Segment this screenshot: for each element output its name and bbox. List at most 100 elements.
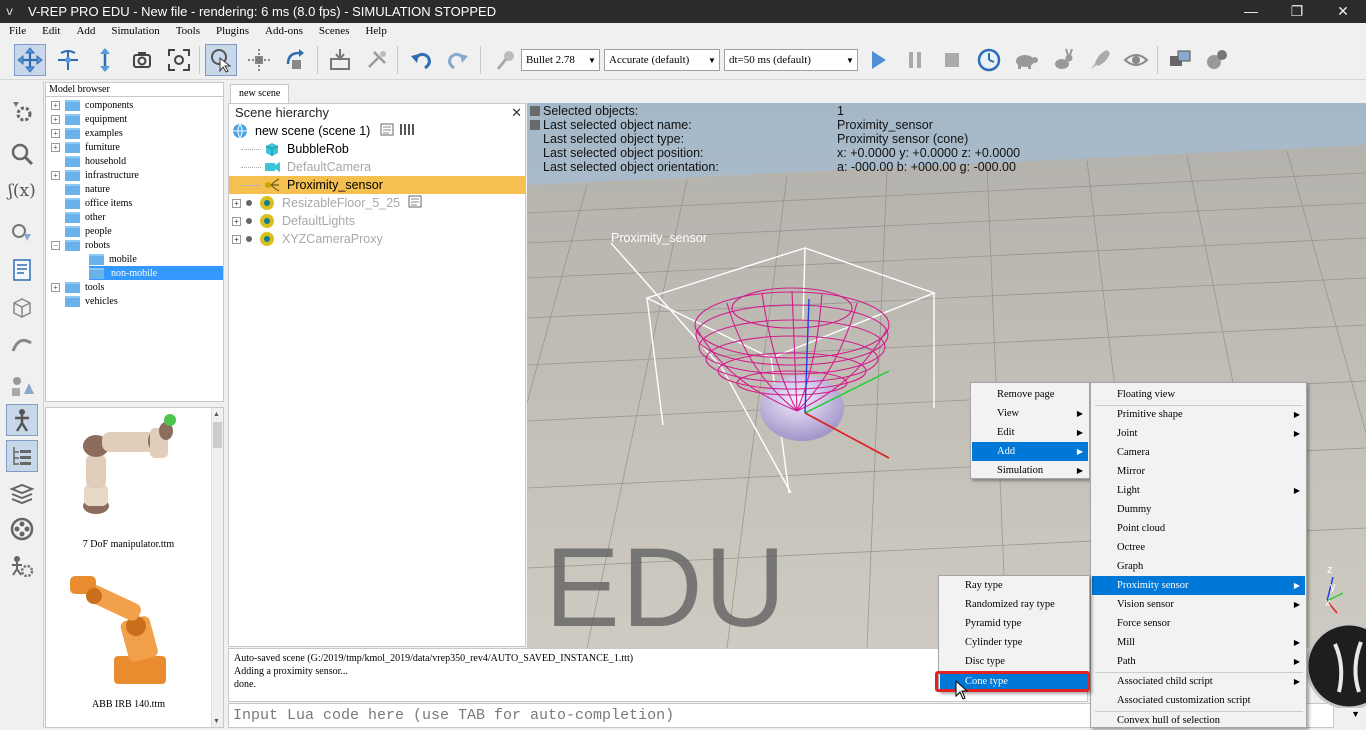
scene-object-defaultlights[interactable]: + DefaultLights (232, 212, 528, 230)
expand-icon[interactable]: + (232, 198, 241, 208)
tab-new-scene[interactable]: new scene (230, 84, 290, 103)
expand-icon[interactable]: + (51, 142, 60, 152)
scene-object-resizablefloor[interactable]: + ResizableFloor_5_25 (232, 194, 528, 212)
collision-detection-icon[interactable] (6, 217, 38, 249)
menu-item-edit[interactable]: Edit ▶ (972, 423, 1088, 442)
menu-file[interactable]: File (0, 25, 33, 37)
camera-angle-icon[interactable] (126, 44, 158, 76)
transfer-dna-icon[interactable] (361, 44, 393, 76)
menu-item-dummy[interactable]: Dummy (1092, 500, 1305, 519)
menu-tools[interactable]: Tools (167, 25, 207, 37)
menu-item-cylinder-type[interactable]: Cylinder type (940, 633, 1088, 652)
close-button[interactable]: ✕ (1320, 3, 1366, 20)
script-icon[interactable] (380, 123, 394, 139)
menu-addons[interactable]: Add-ons (256, 25, 310, 37)
menu-item-add[interactable]: Add ▶ (972, 442, 1088, 461)
expand-icon[interactable]: + (51, 128, 60, 138)
simulation-settings-icon[interactable] (6, 95, 38, 127)
menu-edit[interactable]: Edit (33, 25, 67, 37)
menu-item-associated-child-script[interactable]: Associated child script ▶ (1092, 672, 1305, 691)
collapse-icon[interactable]: − (51, 240, 60, 250)
video-recorder-icon[interactable] (6, 513, 38, 545)
menu-item-joint[interactable]: Joint ▶ (1092, 424, 1305, 443)
tree-item-robots[interactable]: − robots (51, 238, 110, 252)
tree-item-equipment[interactable]: + equipment (51, 112, 127, 126)
menu-add[interactable]: Add (67, 25, 102, 37)
expand-icon[interactable]: + (51, 282, 60, 292)
expand-icon[interactable]: + (51, 100, 60, 110)
thumbnails-scrollbar[interactable]: ▲ ▼ (211, 408, 223, 727)
menu-item-associated-customization-script[interactable]: Associated customization script (1092, 691, 1305, 710)
menu-item-convex-hull[interactable]: Convex hull of selection (1092, 711, 1305, 730)
camera-rotate-icon[interactable] (52, 44, 84, 76)
threaded-rendering-rocket-icon[interactable] (1084, 44, 1116, 76)
scene-object-xyzcameraproxy[interactable]: + XYZCameraProxy (232, 230, 528, 248)
tree-item-people[interactable]: people (65, 224, 112, 238)
tree-item-examples[interactable]: + examples (51, 126, 123, 140)
menu-item-light[interactable]: Light ▶ (1092, 481, 1305, 500)
menu-item-camera[interactable]: Camera (1092, 443, 1305, 462)
shape-edit-icon[interactable] (6, 291, 38, 323)
undo-icon[interactable] (405, 44, 437, 76)
menu-item-force-sensor[interactable]: Force sensor (1092, 614, 1305, 633)
tree-item-components[interactable]: + components (51, 98, 133, 112)
fit-to-view-icon[interactable] (163, 44, 195, 76)
menu-item-mill[interactable]: Mill ▶ (1092, 633, 1305, 652)
info-toggle-icon[interactable] (530, 120, 540, 130)
scene-root[interactable]: new scene (scene 1) (231, 122, 527, 140)
tree-item-vehicles[interactable]: vehicles (65, 294, 118, 308)
thumbnail-7dof-manipulator[interactable]: 7 DoF manipulator.ttm (46, 408, 211, 558)
expand-icon[interactable]: + (232, 216, 241, 226)
menu-item-octree[interactable]: Octree (1092, 538, 1305, 557)
object-rotate-icon[interactable] (280, 44, 312, 76)
menu-item-ray-type[interactable]: Ray type (940, 576, 1088, 595)
object-shift-icon[interactable] (243, 44, 275, 76)
menu-item-mirror[interactable]: Mirror (1092, 462, 1305, 481)
click-selection-icon[interactable] (205, 44, 237, 76)
camera-pan-icon[interactable] (14, 44, 46, 76)
menu-item-floating-view[interactable]: Floating view (1092, 385, 1305, 404)
tree-item-infrastructure[interactable]: + infrastructure (51, 168, 139, 182)
layers-icon[interactable] (6, 478, 38, 510)
physics-engine-select[interactable]: Bullet 2.78 ▼ (521, 49, 600, 71)
scene-object-bubblerob[interactable]: BubbleRob (241, 140, 537, 158)
expand-icon[interactable]: + (51, 170, 60, 180)
scene-hierarchy-toggle-icon[interactable] (6, 440, 38, 472)
menu-item-primitive-shape[interactable]: Primitive shape ▶ (1092, 405, 1305, 424)
menu-help[interactable]: Help (356, 25, 393, 37)
maximize-button[interactable]: ❐ (1274, 3, 1320, 20)
timestep-select[interactable]: dt=50 ms (default) ▼ (724, 49, 858, 71)
camera-shift-icon[interactable] (89, 44, 121, 76)
menu-item-simulation[interactable]: Simulation ▶ (972, 461, 1088, 480)
scene-pages-icon[interactable] (1164, 44, 1196, 76)
menu-scenes[interactable]: Scenes (310, 25, 357, 37)
user-settings-icon[interactable] (6, 550, 38, 582)
info-toggle-icon[interactable] (530, 106, 540, 116)
menu-simulation[interactable]: Simulation (102, 25, 166, 37)
speed-up-rabbit-icon[interactable] (1047, 44, 1079, 76)
menu-item-proximity-sensor[interactable]: Proximity sensor ▶ (1092, 576, 1305, 595)
stop-icon[interactable] (936, 44, 968, 76)
thumbnail-abb-irb-140[interactable]: ABB IRB 140.ttm (46, 566, 211, 721)
tree-item-other[interactable]: other (65, 210, 106, 224)
slow-down-turtle-icon[interactable] (1010, 44, 1042, 76)
tree-item-nature[interactable]: nature (65, 182, 110, 196)
scene-object-proximity-sensor[interactable]: Proximity_sensor (229, 176, 525, 194)
assembly-icon[interactable] (324, 44, 356, 76)
customization-script-icon[interactable] (399, 123, 415, 139)
menu-plugins[interactable]: Plugins (207, 25, 256, 37)
dynamics-toggle-icon[interactable] (490, 44, 522, 76)
menu-item-randomized-ray-type[interactable]: Randomized ray type (940, 595, 1088, 614)
redo-icon[interactable] (442, 44, 474, 76)
menu-item-pyramid-type[interactable]: Pyramid type (940, 614, 1088, 633)
script-icon[interactable] (408, 195, 422, 211)
menu-item-view[interactable]: View ▶ (972, 404, 1088, 423)
function-fx-icon[interactable]: ʃ(x) (6, 175, 38, 207)
path-edit-icon[interactable] (6, 328, 38, 360)
pause-icon[interactable] (899, 44, 931, 76)
menu-item-path[interactable]: Path ▶ (1092, 652, 1305, 671)
tree-item-non-mobile[interactable]: non-mobile (89, 266, 223, 280)
tree-item-mobile[interactable]: mobile (89, 252, 137, 266)
object-properties-icon[interactable] (1201, 44, 1233, 76)
tree-item-tools[interactable]: + tools (51, 280, 104, 294)
